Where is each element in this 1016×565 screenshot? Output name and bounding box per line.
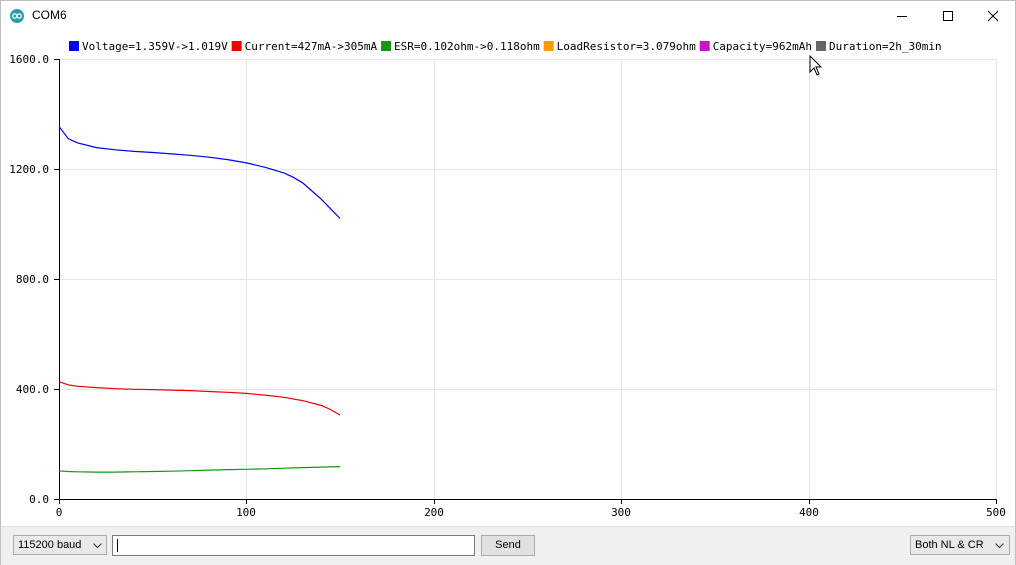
legend-swatch — [381, 41, 392, 51]
x-tick-label: 200 — [424, 506, 444, 519]
legend-label: ESR=0.102ohm->0.118ohm — [394, 40, 540, 53]
legend-swatch — [69, 41, 79, 51]
chevron-down-icon — [995, 543, 1004, 549]
x-tick-label: 500 — [986, 506, 1006, 519]
legend-label: Duration=2h_30min — [829, 40, 942, 53]
close-button[interactable] — [970, 1, 1016, 31]
x-tick-label: 0 — [56, 506, 63, 519]
serial-plotter-window: COM6 0 100 200 300 400 500 0.0 400.0 800.0 1200.0… — [0, 0, 1016, 565]
arduino-icon — [10, 9, 24, 23]
maximize-icon — [943, 11, 953, 21]
chevron-down-icon — [93, 543, 102, 549]
send-button[interactable]: Send — [481, 535, 535, 556]
legend-label: LoadResistor=3.079ohm — [557, 40, 696, 53]
title-bar: COM6 — [1, 1, 1015, 31]
minimize-button[interactable] — [879, 1, 925, 31]
legend-label: Capacity=962mAh — [713, 40, 812, 53]
baud-rate-select[interactable]: 115200 baud — [13, 535, 107, 555]
axes: 0 100 200 300 400 500 0.0 400.0 800.0 1200.0 1600.… — [9, 53, 1006, 519]
y-tick-label: 1200.0 — [9, 163, 49, 176]
grid — [59, 59, 997, 499]
mouse-cursor-icon — [809, 55, 823, 76]
bottom-toolbar: 115200 baud Send Both NL & CR — [1, 526, 1015, 565]
maximize-button[interactable] — [925, 1, 971, 31]
legend: Voltage=1.359V->1.019V Current=427mA->305… — [69, 40, 942, 53]
y-tick-label: 0.0 — [29, 493, 49, 506]
legend-swatch — [543, 41, 554, 51]
y-tick-label: 400.0 — [16, 383, 49, 396]
y-tick-label: 1600.0 — [9, 53, 49, 66]
legend-label: Current=427mA->305mA — [245, 40, 378, 53]
series-line — [58, 126, 341, 219]
close-icon — [987, 10, 999, 22]
window-title: COM6 — [32, 8, 67, 22]
series-lines — [58, 126, 341, 473]
line-ending-select[interactable]: Both NL & CR — [910, 535, 1010, 555]
serial-plot-chart: 0 100 200 300 400 500 0.0 400.0 800.0 1200.0 1600.… — [9, 40, 1006, 519]
plot-area: 0 100 200 300 400 500 0.0 400.0 800.0 1200.0 1600.… — [1, 31, 1015, 526]
x-tick-label: 300 — [611, 506, 631, 519]
series-line — [58, 381, 341, 416]
baud-rate-value: 115200 baud — [18, 539, 82, 551]
series-line — [58, 466, 341, 473]
x-tick-label: 400 — [799, 506, 819, 519]
minimize-icon — [897, 16, 907, 17]
legend-swatch — [816, 41, 826, 51]
legend-swatch — [231, 41, 242, 51]
line-ending-value: Both NL & CR — [915, 539, 984, 551]
x-tick-label: 100 — [236, 506, 256, 519]
serial-input[interactable] — [112, 535, 475, 556]
y-tick-label: 800.0 — [16, 273, 49, 286]
legend-label: Voltage=1.359V->1.019V — [82, 40, 228, 53]
text-caret — [117, 539, 118, 552]
legend-swatch — [699, 41, 710, 51]
